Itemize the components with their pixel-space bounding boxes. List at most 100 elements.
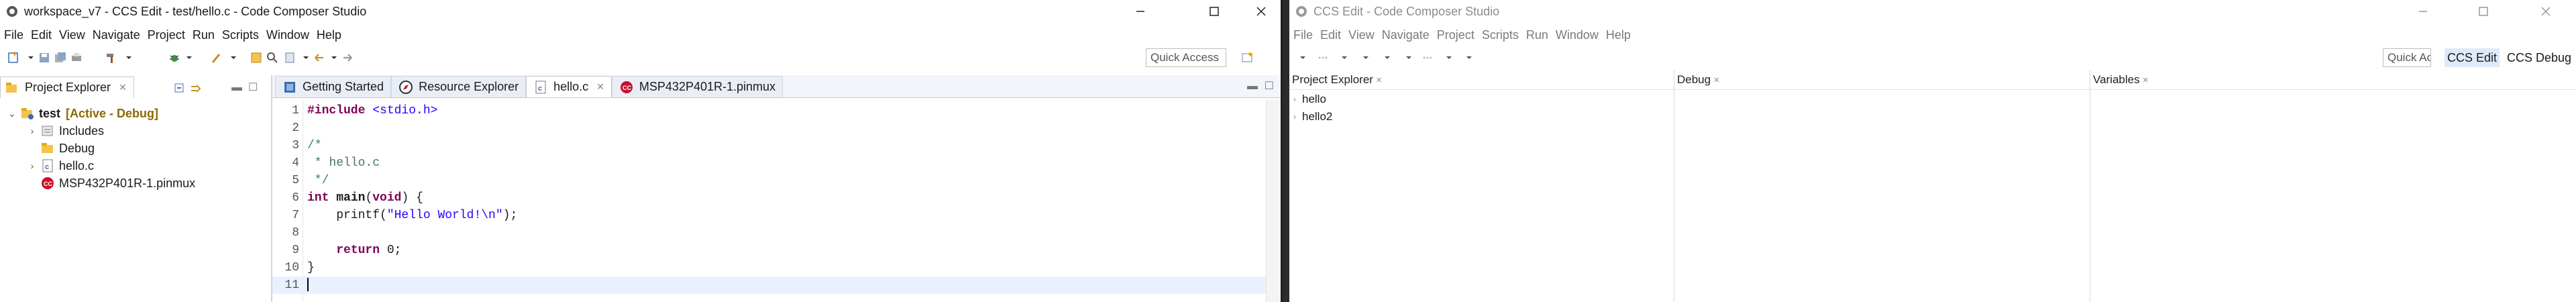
menu-run[interactable]: Run	[1526, 28, 1548, 42]
menu-help[interactable]: Help	[1606, 28, 1631, 42]
code-line[interactable]: 9 return 0;	[272, 242, 1281, 259]
tree-item-includes[interactable]: › Includes	[27, 122, 104, 140]
dropdown-icon[interactable]	[1381, 51, 1394, 64]
perspective-ccs-debug[interactable]: CCS Debug	[2507, 48, 2571, 67]
save-icon[interactable]	[38, 51, 51, 64]
link-with-editor-icon[interactable]	[189, 82, 203, 95]
tab-project-explorer[interactable]: Project Explorer ✕	[0, 77, 134, 98]
menu-view[interactable]: View	[1348, 28, 1375, 42]
dropdown-icon[interactable]	[1462, 51, 1476, 64]
overview-ruler[interactable]	[1266, 99, 1281, 302]
code-line[interactable]: 3 /*	[272, 137, 1281, 154]
code-line[interactable]: 1 #include <stdio.h>	[272, 102, 1281, 119]
tab-getting-started[interactable]: Getting Started	[275, 76, 392, 97]
tree-item-pinmux[interactable]: CC MSP432P401R-1.pinmux	[40, 174, 195, 192]
dropdown-icon[interactable]	[299, 51, 313, 64]
menu-navigate[interactable]: Navigate	[93, 28, 140, 42]
code-line[interactable]: 5 */	[272, 172, 1281, 189]
code-line[interactable]: 6 int main(void) {	[272, 189, 1281, 207]
maximize-button[interactable]	[1191, 0, 1238, 23]
build-hammer-icon[interactable]	[105, 51, 118, 64]
close-button[interactable]	[2522, 0, 2569, 23]
menu-navigate[interactable]: Navigate	[1382, 28, 1430, 42]
dropdown-icon[interactable]	[1359, 51, 1373, 64]
close-tab-icon[interactable]: ✕	[119, 82, 127, 93]
close-tab-icon[interactable]: ✕	[2143, 76, 2149, 85]
open-perspective-icon[interactable]	[1241, 51, 1254, 64]
search-icon[interactable]	[266, 51, 279, 64]
pinmux-icon: CC	[40, 176, 55, 191]
expand-arrow-icon[interactable]: ›	[27, 125, 38, 136]
dropdown-icon[interactable]	[227, 51, 240, 64]
code-line[interactable]: 7 printf("Hello World!\n");	[272, 207, 1281, 224]
menu-edit[interactable]: Edit	[31, 28, 52, 42]
menu-project[interactable]: Project	[1437, 28, 1474, 42]
code-line[interactable]: 11	[272, 276, 1281, 294]
forward-arrow-icon[interactable]	[341, 51, 354, 64]
menu-file[interactable]: File	[4, 28, 23, 42]
dropdown-icon[interactable]	[1338, 51, 1351, 64]
expand-arrow-icon[interactable]: ›	[27, 160, 38, 171]
close-tab-icon[interactable]: ✕	[1376, 76, 1382, 85]
close-tab-icon[interactable]: ✕	[1713, 76, 1719, 85]
close-tab-icon[interactable]: ✕	[596, 81, 604, 93]
close-button[interactable]	[1238, 0, 1281, 23]
expand-arrow-icon[interactable]: ›	[1293, 95, 1300, 104]
maximize-view-icon[interactable]: ☐	[248, 81, 258, 94]
menu-window[interactable]: Window	[266, 28, 309, 42]
dropdown-icon[interactable]	[327, 51, 341, 64]
list-item-hello2[interactable]: › hello2	[1293, 109, 1332, 125]
tree-item-hello-c[interactable]: › c hello.c	[27, 157, 94, 174]
flash-icon[interactable]	[209, 51, 223, 64]
dropdown-icon[interactable]	[1402, 51, 1415, 64]
list-item-hello[interactable]: › hello	[1293, 91, 1326, 107]
print-icon[interactable]	[70, 51, 83, 64]
tab-hello-c[interactable]: c hello.c ✕	[526, 76, 612, 97]
minimize-view-icon[interactable]: ▬	[231, 82, 242, 94]
tab-resource-explorer[interactable]: Resource Explorer	[391, 76, 527, 97]
tab-pinmux[interactable]: CC MSP432P401R-1.pinmux	[611, 76, 784, 97]
maximize-editor-icon[interactable]: ☐	[1265, 79, 1274, 93]
dropdown-icon[interactable]	[1296, 51, 1309, 64]
code-line[interactable]: 2	[272, 119, 1281, 137]
quick-access-input[interactable]: Quick Ac	[2383, 48, 2431, 67]
tab-debug[interactable]: Debug ✕	[1677, 71, 1719, 89]
maximize-button[interactable]	[2460, 0, 2507, 23]
quick-access-input[interactable]: Quick Access	[1146, 48, 1226, 67]
save-all-icon[interactable]	[54, 51, 67, 64]
menu-edit[interactable]: Edit	[1320, 28, 1341, 42]
code-editor[interactable]: 1 #include <stdio.h> 2 3/* 4 * hello.c 5 */6 i…	[272, 99, 1281, 302]
dropdown-icon[interactable]	[1442, 51, 1456, 64]
tab-variables[interactable]: Variables ✕	[2093, 71, 2149, 89]
dropdown-icon[interactable]	[182, 51, 196, 64]
new-icon[interactable]	[7, 51, 20, 64]
tab-project-explorer[interactable]: Project Explorer ✕	[1292, 71, 1382, 89]
expand-arrow-icon[interactable]: ›	[1293, 112, 1300, 121]
minimize-editor-icon[interactable]: ▬	[1247, 81, 1258, 93]
dropdown-icon[interactable]	[122, 51, 136, 64]
code-line[interactable]: 8	[272, 224, 1281, 242]
dropdown-icon[interactable]	[24, 51, 38, 64]
collapse-all-icon[interactable]	[173, 82, 186, 95]
minimize-button[interactable]	[1117, 0, 1164, 23]
minimize-button[interactable]	[2400, 0, 2447, 23]
back-arrow-icon[interactable]	[313, 51, 326, 64]
project-explorer-icon	[5, 81, 19, 95]
debug-bug-icon[interactable]	[168, 51, 181, 64]
menu-window[interactable]: Window	[1556, 28, 1599, 42]
menu-scripts[interactable]: Scripts	[222, 28, 259, 42]
tree-item-project-test[interactable]: ⌄ test [Active - Debug]	[7, 105, 158, 122]
code-line[interactable]: 10}	[272, 259, 1281, 276]
menu-help[interactable]: Help	[317, 28, 341, 42]
menu-view[interactable]: View	[59, 28, 85, 42]
menu-scripts[interactable]: Scripts	[1482, 28, 1519, 42]
code-line[interactable]: 4 * hello.c	[272, 154, 1281, 172]
collapse-arrow-icon[interactable]: ⌄	[7, 108, 17, 119]
annotation-icon[interactable]	[283, 51, 297, 64]
perspective-ccs-edit[interactable]: CCS Edit	[2445, 48, 2500, 67]
tree-item-debug[interactable]: Debug	[40, 140, 95, 157]
menu-project[interactable]: Project	[148, 28, 185, 42]
menu-file[interactable]: File	[1293, 28, 1313, 42]
open-type-icon[interactable]	[250, 51, 263, 64]
menu-run[interactable]: Run	[193, 28, 215, 42]
